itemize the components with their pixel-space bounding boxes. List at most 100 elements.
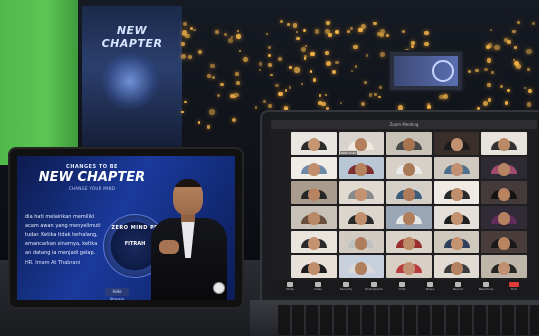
- bokeh-light: [487, 98, 492, 102]
- participant-face: [498, 163, 511, 176]
- bokeh-light: [467, 69, 471, 73]
- participant-tile[interactable]: [291, 156, 337, 180]
- participant-face: [402, 187, 415, 201]
- participant-tile[interactable]: [433, 156, 480, 180]
- participant-tile[interactable]: [433, 255, 480, 278]
- toolbar-label: Mute: [286, 287, 294, 291]
- participant-face: [307, 237, 320, 250]
- participant-tile[interactable]: [338, 255, 385, 278]
- bokeh-light: [268, 63, 272, 68]
- bokeh-light: [504, 101, 508, 105]
- bokeh-light: [292, 23, 298, 28]
- participant-tile[interactable]: [433, 132, 480, 155]
- bokeh-light: [305, 44, 308, 48]
- bokeh-light: [210, 63, 215, 68]
- participant-tile[interactable]: [386, 156, 432, 180]
- participant-tile[interactable]: [338, 181, 385, 204]
- bokeh-light: [278, 57, 283, 62]
- participant-tile[interactable]: [481, 132, 527, 155]
- bokeh-light: [258, 68, 262, 72]
- toolbar-share-button[interactable]: Share: [419, 282, 441, 294]
- bokeh-light: [309, 70, 313, 73]
- bokeh-light: [193, 28, 196, 32]
- bokeh-light: [349, 27, 353, 31]
- participant-tile[interactable]: [291, 132, 337, 155]
- participant-tile[interactable]: [291, 230, 337, 254]
- bokeh-light: [266, 33, 269, 36]
- bokeh-light: [411, 45, 415, 48]
- participant-tile[interactable]: [386, 132, 432, 155]
- participant-tile[interactable]: [433, 205, 480, 229]
- participant-tile[interactable]: [481, 255, 527, 278]
- participant-tile[interactable]: [386, 181, 432, 204]
- bokeh-light: [486, 58, 492, 63]
- bokeh-light: [526, 68, 530, 71]
- participant-tile[interactable]: [338, 156, 385, 180]
- toolbar-record-button[interactable]: Record: [447, 282, 469, 294]
- participant-face: [307, 138, 320, 152]
- bokeh-light: [379, 85, 382, 89]
- tablet-screen: CHANGES TO BE NEW CHAPTER CHANGE YOUR MI…: [17, 156, 235, 300]
- bokeh-light: [303, 28, 307, 32]
- tablet-device: CHANGES TO BE NEW CHAPTER CHANGE YOUR MI…: [8, 147, 244, 309]
- participant-tile[interactable]: [386, 205, 432, 229]
- toolbar-video-button[interactable]: Video: [307, 282, 329, 294]
- toolbar-label: Chat: [398, 287, 406, 291]
- bokeh-light: [325, 93, 328, 96]
- toolbar-mute-button[interactable]: Mute: [279, 282, 301, 294]
- bokeh-light: [287, 23, 290, 26]
- participant-face: [450, 212, 463, 226]
- banner-glow: [100, 51, 160, 111]
- tablet-quote: dia hati melainkan memiliki acam awan ya…: [25, 214, 101, 256]
- bokeh-light: [263, 100, 267, 104]
- participant-tile[interactable]: [338, 205, 385, 229]
- bokeh-light: [423, 41, 429, 47]
- toolbar-participants-button[interactable]: Participants: [363, 282, 385, 294]
- hide-stream-button[interactable]: Hide Stream: [105, 288, 129, 300]
- participant-tile[interactable]: [291, 205, 337, 229]
- participant-tile[interactable]: [481, 156, 527, 180]
- participant-face: [307, 187, 320, 201]
- bokeh-light: [515, 63, 521, 69]
- bokeh-light: [310, 52, 315, 57]
- bokeh-light: [258, 62, 262, 66]
- bokeh-light: [289, 66, 292, 69]
- camera-button-icon[interactable]: [213, 282, 225, 294]
- participant-tile[interactable]: [291, 181, 337, 204]
- participant-face: [402, 163, 415, 176]
- participant-tile[interactable]: [386, 255, 432, 278]
- ceiling-monitor-logo: [432, 60, 454, 82]
- bokeh-light: [325, 29, 330, 35]
- ceiling-monitor: [388, 50, 464, 92]
- participant-tile[interactable]: [338, 230, 385, 254]
- bokeh-light: [235, 72, 239, 76]
- bokeh-light: [301, 82, 304, 85]
- participant-tile[interactable]: [481, 205, 527, 229]
- bokeh-light: [206, 73, 212, 79]
- participant-face: [307, 163, 320, 176]
- bokeh-light: [303, 57, 306, 60]
- bokeh-light: [526, 48, 532, 54]
- toolbar-security-button[interactable]: Security: [335, 282, 357, 294]
- bokeh-light: [220, 82, 224, 86]
- toolbar-end-button[interactable]: End: [503, 282, 525, 294]
- tablet-quote-author: HR. Imam At Thabrani: [25, 260, 81, 266]
- toolbar-reactions-button[interactable]: Reactions: [475, 282, 497, 294]
- participant-tile[interactable]: Ratih Putri: [338, 132, 385, 155]
- participant-tile[interactable]: [386, 230, 432, 254]
- bokeh-light: [188, 54, 193, 59]
- participant-tile[interactable]: [481, 230, 527, 254]
- bokeh-light: [312, 78, 317, 82]
- laptop-screen: Zoom Meeting Ratih Putri Mute Video Securi…: [271, 120, 537, 296]
- participant-tile[interactable]: [291, 255, 337, 278]
- participant-tile[interactable]: [433, 181, 480, 204]
- participant-tile[interactable]: [481, 181, 527, 204]
- toolbar-chat-button[interactable]: Chat: [391, 282, 413, 294]
- bokeh-light: [410, 40, 415, 46]
- bokeh-light: [373, 92, 378, 96]
- bokeh-light: [230, 35, 233, 39]
- participant-tile[interactable]: [433, 230, 480, 254]
- laptop-device: Zoom Meeting Ratih Putri Mute Video Securi…: [260, 110, 539, 304]
- participant-face: [402, 138, 415, 152]
- zoom-title-bar: Zoom Meeting: [271, 120, 537, 129]
